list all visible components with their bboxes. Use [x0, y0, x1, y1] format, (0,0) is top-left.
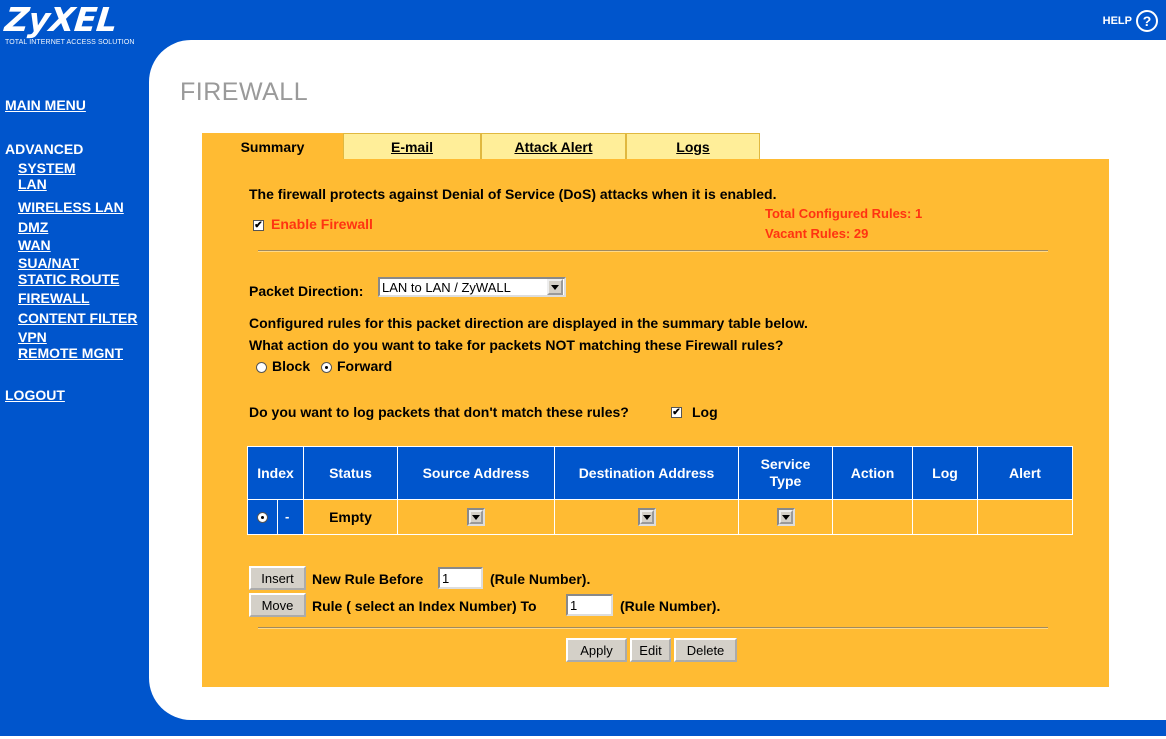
enable-firewall-label: Enable Firewall	[271, 216, 373, 232]
col-header-alert: Alert	[977, 446, 1073, 500]
index-marker: -	[285, 509, 290, 524]
col-header-log: Log	[912, 446, 978, 500]
table-row: - Empty	[247, 499, 1073, 535]
sidebar-item-sua-nat[interactable]: SUA/NAT	[18, 255, 79, 271]
zyxel-logo: ZyXEL Total Internet Access Solution	[3, 0, 145, 54]
divider	[258, 627, 1048, 629]
block-label: Block	[272, 358, 311, 374]
service-type-cell	[738, 499, 833, 535]
forward-label: Forward	[337, 358, 393, 374]
vacant-rules: Vacant Rules: 29	[765, 226, 869, 241]
configured-rules-text: Configured rules for this packet directi…	[249, 315, 808, 331]
chevron-down-icon	[469, 510, 483, 525]
packet-direction-value: LAN to LAN / ZyWALL	[382, 279, 511, 295]
action-cell	[832, 499, 913, 535]
table-header-row: Index Status Source Address Destination …	[247, 446, 1073, 500]
insert-text: New Rule Before	[312, 571, 424, 587]
index-radio[interactable]	[257, 512, 268, 523]
enable-firewall-checkbox[interactable]: ✔	[253, 220, 264, 231]
sidebar-item-lan[interactable]: LAN	[18, 176, 47, 192]
page-title: FIREWALL	[180, 78, 309, 106]
move-suffix: (Rule Number).	[620, 598, 721, 614]
help-button[interactable]: HELP ?	[1103, 10, 1158, 32]
brand-tagline: Total Internet Access Solution	[5, 39, 135, 46]
block-radio[interactable]	[256, 362, 267, 373]
move-text: Rule ( select an Index Number) To	[312, 598, 537, 614]
chevron-down-icon	[547, 279, 563, 295]
source-address-select[interactable]	[467, 508, 485, 527]
sidebar-item-wireless-lan[interactable]: WIRELESS LAN	[18, 199, 124, 215]
index-divider	[277, 500, 278, 534]
rules-table: Index Status Source Address Destination …	[247, 446, 1073, 535]
tab-attack-alert[interactable]: Attack Alert	[481, 133, 626, 159]
action-question-text: What action do you want to take for pack…	[249, 337, 784, 353]
col-header-index: Index	[247, 446, 304, 500]
forward-radio[interactable]	[321, 362, 332, 373]
log-cell	[912, 499, 978, 535]
sidebar-item-content-filter[interactable]: CONTENT FILTER	[18, 310, 138, 326]
sidebar-item-static-route[interactable]: STATIC ROUTE	[18, 271, 119, 287]
alert-cell	[977, 499, 1073, 535]
packet-direction-label: Packet Direction:	[249, 283, 364, 299]
edit-button[interactable]: Edit	[630, 638, 671, 662]
service-type-select[interactable]	[776, 508, 795, 527]
insert-button[interactable]: Insert	[249, 566, 306, 590]
col-header-destination-address: Destination Address	[554, 446, 739, 500]
main-menu-link[interactable]: MAIN MENU	[5, 97, 86, 113]
tab-logs[interactable]: Logs	[626, 133, 760, 159]
delete-button[interactable]: Delete	[674, 638, 737, 662]
move-rule-number-input[interactable]: 1	[566, 594, 613, 616]
destination-address-select[interactable]	[637, 508, 656, 527]
source-address-cell	[397, 499, 555, 535]
advanced-heading: ADVANCED	[5, 141, 84, 157]
col-header-source-address: Source Address	[397, 446, 555, 500]
sidebar-item-dmz[interactable]: DMZ	[18, 219, 48, 235]
log-checkbox-label: Log	[692, 404, 718, 420]
col-header-action: Action	[832, 446, 913, 500]
packet-direction-select[interactable]: LAN to LAN / ZyWALL	[378, 277, 566, 297]
tab-summary[interactable]: Summary	[202, 133, 343, 159]
log-question-text: Do you want to log packets that don't ma…	[249, 404, 629, 420]
insert-suffix: (Rule Number).	[490, 571, 591, 587]
divider	[258, 250, 1048, 252]
col-header-status: Status	[303, 446, 398, 500]
brand-name: ZyXEL	[3, 0, 120, 39]
chevron-down-icon	[639, 510, 654, 525]
tab-email[interactable]: E-mail	[343, 133, 481, 159]
service-type-label: Service Type	[760, 456, 811, 489]
sidebar-item-vpn[interactable]: VPN	[18, 329, 47, 345]
total-configured-rules: Total Configured Rules: 1	[765, 206, 923, 221]
move-button[interactable]: Move	[249, 593, 306, 617]
firewall-intro-text: The firewall protects against Denial of …	[249, 186, 777, 202]
status-cell: Empty	[303, 499, 398, 535]
logout-link[interactable]: LOGOUT	[5, 387, 65, 403]
col-header-service-type: Service Type	[738, 446, 833, 500]
help-label: HELP	[1102, 15, 1132, 27]
sidebar-item-system[interactable]: SYSTEM	[18, 160, 76, 176]
sidebar-item-wan[interactable]: WAN	[18, 237, 51, 253]
apply-button[interactable]: Apply	[566, 638, 627, 662]
help-icon: ?	[1136, 10, 1158, 32]
chevron-down-icon	[778, 510, 793, 525]
sidebar-item-remote-mgnt[interactable]: REMOTE MGNT	[18, 345, 123, 361]
insert-rule-number-input[interactable]: 1	[438, 567, 483, 589]
index-cell: -	[247, 499, 304, 535]
destination-address-cell	[554, 499, 739, 535]
log-checkbox[interactable]: ✔	[671, 407, 682, 418]
sidebar-item-firewall[interactable]: FIREWALL	[18, 290, 90, 306]
